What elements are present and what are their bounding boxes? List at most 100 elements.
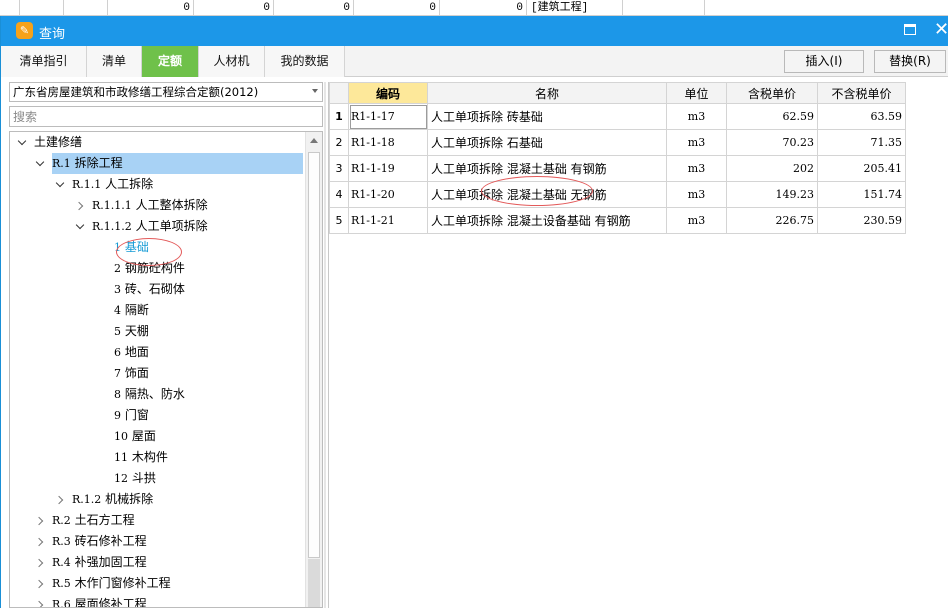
panel-splitter[interactable] [324,82,326,608]
tree-node[interactable]: R.1.2 机械拆除 [10,489,304,510]
table-row[interactable]: 3 R1-1-19 人工单项拆除 混凝土基础 有钢筋 m3 202 205.41 [329,155,906,182]
cell-name[interactable]: 人工单项拆除 混凝土基础 无钢筋 [427,181,667,208]
tab-bill[interactable]: 清单 [87,46,142,77]
row-number[interactable]: 2 [329,129,349,156]
cell-price-tax[interactable]: 226.75 [726,207,818,234]
tree-node[interactable]: R.4 补强加固工程 [10,552,304,573]
tree-node[interactable]: 9 门窗 [10,405,304,426]
chevron-right-icon[interactable] [75,195,87,216]
tree-node-code: R.1 [52,157,71,170]
table-row[interactable]: 4 R1-1-20 人工单项拆除 混凝土基础 无钢筋 m3 149.23 151.74 [329,181,906,208]
scroll-thumb[interactable] [308,152,320,558]
tree-node[interactable]: R.2 土石方工程 [10,510,304,531]
tree-node[interactable]: 土建修缮 [10,132,304,153]
tree-node[interactable]: 12 斗拱 [10,468,304,489]
cell-code[interactable]: R1-1-18 [348,129,428,156]
cell-price-notax[interactable]: 71.35 [817,129,906,156]
tree-node[interactable]: R.1.1 人工拆除 [10,174,304,195]
tree-node-code: 9 [114,409,121,422]
quota-library-select[interactable]: 广东省房屋建筑和市政修缮工程综合定额(2012) [9,82,323,102]
tab-my-data[interactable]: 我的数据 [265,46,345,77]
cell-price-notax[interactable]: 63.59 [817,103,906,130]
tree-node[interactable]: 11 木构件 [10,447,304,468]
row-number[interactable]: 5 [329,207,349,234]
table-row[interactable]: 1 R1-1-17 人工单项拆除 砖基础 m3 62.59 63.59 [329,103,906,130]
tree-node[interactable]: 5 天棚 [10,321,304,342]
cell-code[interactable]: R1-1-17 [348,103,428,130]
tree-node-code: R.1.2 [72,493,102,506]
tree-node[interactable]: 3 砖、石砌体 [10,279,304,300]
cell-unit[interactable]: m3 [666,181,727,208]
tree-node[interactable]: 6 地面 [10,342,304,363]
cell-price-tax[interactable]: 149.23 [726,181,818,208]
tree-node[interactable]: R.3 砖石修补工程 [10,531,304,552]
cell-price-tax[interactable]: 70.23 [726,129,818,156]
tree-scrollbar[interactable] [305,132,322,607]
chevron-right-icon[interactable] [35,573,47,594]
insert-button[interactable]: 插入(I) [784,50,864,73]
chevron-down-icon[interactable] [75,216,87,237]
column-header-price-tax[interactable]: 含税单价 [726,82,818,104]
cell-price-notax[interactable]: 205.41 [817,155,906,182]
maximize-icon[interactable] [904,24,916,35]
tree-node[interactable]: 10 屋面 [10,426,304,447]
cell-name[interactable]: 人工单项拆除 混凝土基础 有钢筋 [427,155,667,182]
cell-code[interactable]: R1-1-20 [348,181,428,208]
cell-unit[interactable]: m3 [666,155,727,182]
table-row[interactable]: 2 R1-1-18 人工单项拆除 石基础 m3 70.23 71.35 [329,129,906,156]
tree-node[interactable]: 7 饰面 [10,363,304,384]
tree-node[interactable]: 4 隔断 [10,300,304,321]
title-bar[interactable]: ✎ 查询 ✕ [1,16,948,46]
scroll-up-icon[interactable] [310,138,318,143]
tree-node[interactable]: R.1.1.2 人工单项拆除 [10,216,304,237]
chevron-down-icon[interactable] [35,153,47,174]
chevron-right-icon[interactable] [35,552,47,573]
column-header-price-notax[interactable]: 不含税单价 [817,82,906,104]
cell-unit[interactable]: m3 [666,129,727,156]
chevron-right-icon[interactable] [35,531,47,552]
tree-node[interactable]: R.1.1.1 人工整体拆除 [10,195,304,216]
cell-price-tax[interactable]: 62.59 [726,103,818,130]
row-number[interactable]: 3 [329,155,349,182]
tab-list-guide[interactable]: 清单指引 [1,46,87,77]
scroll-track[interactable] [308,559,320,607]
cell-unit[interactable]: m3 [666,207,727,234]
column-header-unit[interactable]: 单位 [666,82,727,104]
tree-node[interactable]: 8 隔热、防水 [10,384,304,405]
cell-code[interactable]: R1-1-21 [348,207,428,234]
tree-node[interactable]: R.1 拆除工程 [10,153,305,174]
close-icon[interactable]: ✕ [934,19,948,41]
cell-unit[interactable]: m3 [666,103,727,130]
cell-price-notax[interactable]: 230.59 [817,207,906,234]
tree-node-code: R.1.1.2 [92,220,132,233]
tree-node[interactable]: R.6 屋面修补工程 [10,594,304,607]
cell-name[interactable]: 人工单项拆除 混凝土设备基础 有钢筋 [427,207,667,234]
chevron-right-icon[interactable] [35,510,47,531]
chevron-down-icon[interactable] [17,132,29,153]
app-logo-icon: ✎ [16,22,33,39]
chevron-right-icon[interactable] [35,594,47,607]
tree-node[interactable]: 1 基础 [10,237,304,258]
tree-node[interactable]: 2 钢筋砼构件 [10,258,304,279]
cell-name[interactable]: 人工单项拆除 石基础 [427,129,667,156]
table-row[interactable]: 5 R1-1-21 人工单项拆除 混凝土设备基础 有钢筋 m3 226.75 230.59 [329,207,906,234]
bg-cell [0,0,20,16]
search-input[interactable] [9,106,323,127]
cell-price-tax[interactable]: 202 [726,155,818,182]
replace-button[interactable]: 替换(R) [874,50,946,73]
chevron-down-icon[interactable] [55,174,67,195]
tree-node-code: R.2 [52,514,71,527]
row-number[interactable]: 4 [329,181,349,208]
tab-labor-material-machine[interactable]: 人材机 [199,46,265,77]
chevron-right-icon[interactable] [55,489,67,510]
tree-node[interactable]: R.5 木作门窗修补工程 [10,573,304,594]
cell-price-notax[interactable]: 151.74 [817,181,906,208]
row-number[interactable]: 1 [329,103,349,130]
column-header-name[interactable]: 名称 [427,82,667,104]
tree-node-code: 7 [114,367,121,380]
tree-node-label: 人工拆除 [105,177,154,191]
cell-code[interactable]: R1-1-19 [348,155,428,182]
column-header-code[interactable]: 编码 [348,82,428,104]
tab-quota[interactable]: 定额 [142,46,199,77]
cell-name[interactable]: 人工单项拆除 砖基础 [427,103,667,130]
